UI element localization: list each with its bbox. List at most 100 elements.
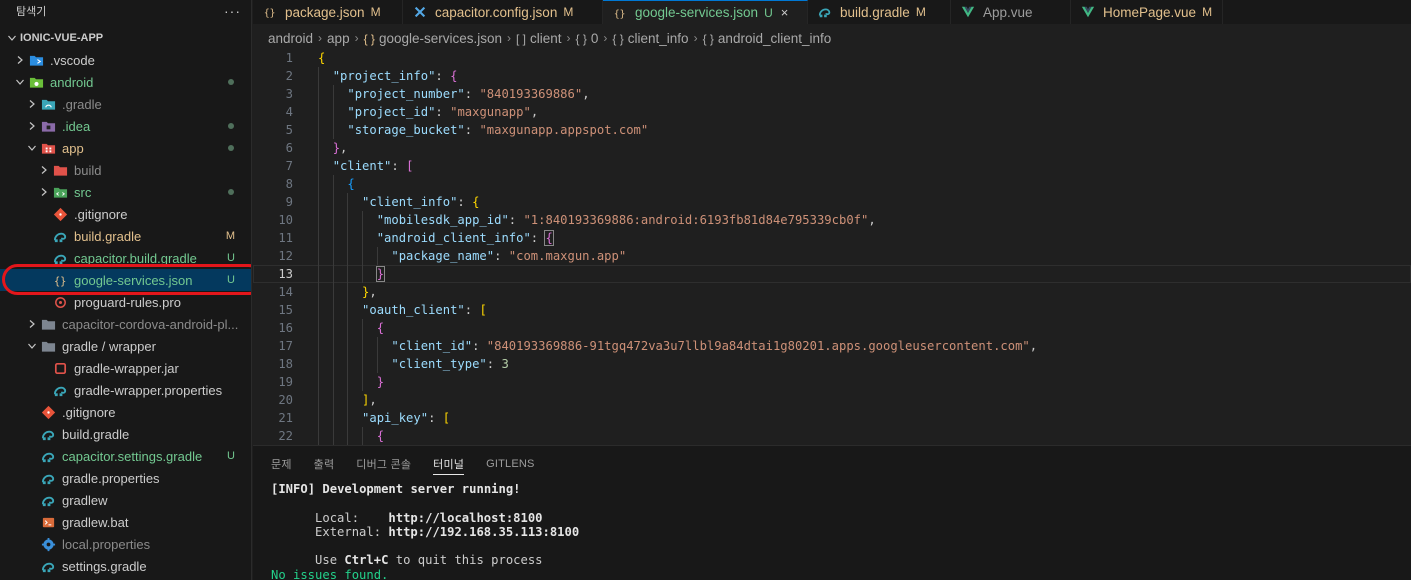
chevron-right-icon[interactable] xyxy=(24,96,40,112)
line-number: 19 xyxy=(278,375,293,389)
chevron-right-icon[interactable] xyxy=(24,316,40,332)
breadcrumb-item[interactable]: app xyxy=(327,31,350,46)
chevron-down-icon[interactable] xyxy=(12,74,28,90)
chevron-right-icon[interactable] xyxy=(12,52,28,68)
breadcrumb-separator-icon: › xyxy=(507,31,511,45)
tree-file-item[interactable]: capacitor.settings.gradle U xyxy=(0,445,251,467)
line-number: 6 xyxy=(285,141,293,155)
tree-folder-item[interactable]: gradle / wrapper xyxy=(0,335,251,357)
editor-tab[interactable]: App.vue xyxy=(951,0,1071,24)
local-url-link[interactable]: http://localhost:8100 xyxy=(388,511,542,525)
panel-tab[interactable]: 디버그 콘솔 xyxy=(356,446,411,482)
tree-folder-item[interactable]: build xyxy=(0,159,251,181)
editor-tab[interactable]: HomePage.vue M xyxy=(1071,0,1224,24)
explorer-title: 탐색기 xyxy=(16,6,47,18)
editor-tab[interactable]: {} package.json M xyxy=(253,0,403,24)
tree-folder-item[interactable]: app xyxy=(0,137,251,159)
panel-tab[interactable]: 문제 xyxy=(271,446,292,482)
tree-folder-item[interactable]: src xyxy=(0,181,251,203)
terminal-line: [INFO] Development server running! xyxy=(271,482,521,496)
breadcrumb-item[interactable]: { } google-services.json xyxy=(364,31,502,46)
breadcrumb-separator-icon: › xyxy=(318,31,323,45)
breadcrumb-item[interactable]: { } android_client_info xyxy=(703,31,832,46)
terminal-output[interactable]: [INFO] Development server running! Local… xyxy=(271,482,579,580)
more-actions-icon[interactable]: ··· xyxy=(224,3,241,19)
panel-tab[interactable]: 터미널 xyxy=(433,453,465,475)
chevron-right-icon[interactable] xyxy=(36,184,52,200)
tree-folder-item[interactable]: IONIC-VUE-APP xyxy=(0,27,251,49)
tree-file-item[interactable]: gradlew.bat xyxy=(0,511,251,533)
tree-file-item[interactable]: gradle.properties xyxy=(0,467,251,489)
chevron-down-icon[interactable] xyxy=(4,30,20,46)
close-icon[interactable]: × xyxy=(781,5,789,20)
tree-item-label: capacitor.build.gradle xyxy=(74,250,197,266)
breadcrumb-item[interactable]: { } 0 xyxy=(576,31,599,46)
tree-folder-item[interactable]: .gradle xyxy=(0,93,251,115)
code-token: , xyxy=(530,105,539,119)
tree-file-item[interactable]: build.gradle M xyxy=(0,225,251,247)
tree-item-label: gradle / wrapper xyxy=(62,338,156,354)
tree-file-item[interactable]: settings.gradle xyxy=(0,555,251,577)
panel-tab[interactable]: GITLENS xyxy=(486,446,534,482)
chevron-down-icon[interactable] xyxy=(24,140,40,156)
code-editor[interactable]: 1{2 "project_info": {3 "project_number":… xyxy=(253,49,1411,445)
tree-item-label: capacitor.settings.gradle xyxy=(62,448,203,464)
code-token: { xyxy=(347,177,355,191)
tree-file-item[interactable]: capacitor.build.gradle U xyxy=(0,247,251,269)
vscode-folder-icon xyxy=(28,52,44,68)
code-token: : xyxy=(464,87,480,101)
tree-folder-item[interactable]: android xyxy=(0,71,251,93)
tree-file-item[interactable]: gradle-wrapper.properties xyxy=(0,379,251,401)
tree-file-item[interactable]: gradle-wrapper.jar xyxy=(0,357,251,379)
tree-file-item[interactable]: .gitignore xyxy=(0,203,251,225)
chevron-down-icon[interactable] xyxy=(24,338,40,354)
tree-file-item[interactable]: build.gradle xyxy=(0,423,251,445)
tree-file-item[interactable]: .gitignore xyxy=(0,401,251,423)
vue-icon xyxy=(961,5,975,19)
code-token: "client" xyxy=(332,159,392,173)
chevron-right-icon[interactable] xyxy=(24,118,40,134)
line-number: 4 xyxy=(285,105,293,119)
gradle-icon xyxy=(818,5,832,19)
code-token: "client_id" xyxy=(391,339,473,353)
code-token: : xyxy=(508,213,524,227)
breadcrumb-item[interactable]: android xyxy=(268,31,313,46)
breadcrumb-item[interactable]: [ ] client xyxy=(516,31,562,46)
tree-file-item[interactable]: proguard-rules.pro xyxy=(0,291,251,313)
gradle-icon xyxy=(40,558,56,574)
code-text: "project_id": "maxgunapp", xyxy=(318,103,538,121)
line-number: 2 xyxy=(285,69,293,83)
gradle-icon xyxy=(40,426,56,442)
array-symbol-icon: [ ] xyxy=(516,31,527,46)
code-token: , xyxy=(868,213,876,227)
code-line: 6 }, xyxy=(253,139,1411,157)
editor-tab[interactable]: capacitor.config.json M xyxy=(403,0,603,24)
code-token: "android_client_info" xyxy=(376,231,531,245)
editor-tab[interactable]: {} google-services.json U × xyxy=(603,0,808,24)
code-token: "oauth_client" xyxy=(362,303,465,317)
tab-git-status: M xyxy=(1202,5,1213,19)
tree-folder-item[interactable]: .idea xyxy=(0,115,251,137)
tree-file-item[interactable]: gradlew xyxy=(0,489,251,511)
external-url-link[interactable]: http://192.168.35.113:8100 xyxy=(388,525,579,539)
code-token: : xyxy=(435,105,451,119)
editor-tab[interactable]: build.gradle M xyxy=(808,0,951,24)
tree-file-item[interactable]: {} google-services.json U xyxy=(0,269,251,291)
tree-file-item[interactable]: local.properties xyxy=(0,533,251,555)
code-token: : xyxy=(494,249,509,263)
code-line: 21 "api_key": [ xyxy=(253,409,1411,427)
tree-folder-item[interactable]: capacitor-cordova-android-pl... xyxy=(0,313,251,335)
breadcrumb-item[interactable]: { } client_info xyxy=(612,31,688,46)
tree-folder-item[interactable]: .vscode xyxy=(0,49,251,71)
chevron-right-icon[interactable] xyxy=(36,162,52,178)
terminal-line: External: http://192.168.35.113:8100 xyxy=(271,525,579,539)
code-text: "client": [ xyxy=(318,157,414,175)
panel-tab[interactable]: 출력 xyxy=(314,446,335,482)
